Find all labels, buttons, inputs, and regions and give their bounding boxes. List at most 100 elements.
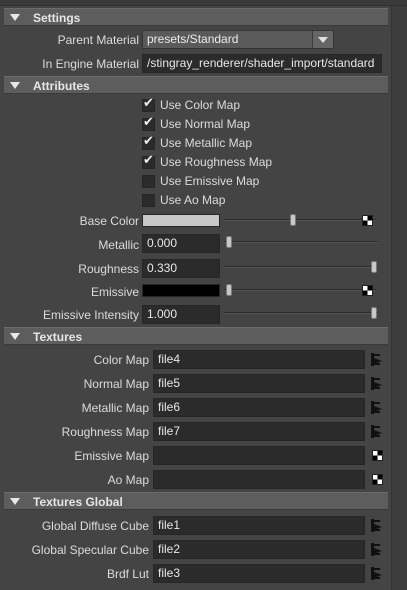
checkbox[interactable]: ✔ bbox=[142, 134, 155, 150]
section-header-textures-global[interactable]: Textures Global bbox=[4, 492, 388, 510]
roughness-label: Roughness bbox=[78, 262, 139, 276]
texture-field[interactable]: file6 bbox=[153, 398, 365, 417]
collapse-triangle-icon[interactable] bbox=[10, 14, 20, 21]
collapse-triangle-icon[interactable] bbox=[10, 82, 20, 89]
emissive-intensity-field[interactable]: 1.000 bbox=[142, 305, 220, 324]
checkbox-label: Use Ao Map bbox=[160, 193, 226, 207]
vertical-scrollbar[interactable] bbox=[391, 6, 407, 590]
texture-label: Normal Map bbox=[83, 377, 149, 391]
section-header-textures[interactable]: Textures bbox=[4, 327, 388, 345]
base-color-swatch[interactable] bbox=[142, 214, 220, 227]
checkmark-icon: ✔ bbox=[143, 134, 154, 149]
checkbox[interactable] bbox=[142, 175, 155, 188]
metallic-label: Metallic bbox=[98, 238, 139, 252]
checkbox-label: Use Normal Map bbox=[160, 117, 251, 131]
section-header-attributes[interactable]: Attributes bbox=[4, 76, 388, 94]
checkbox-label: Use Metallic Map bbox=[160, 136, 253, 150]
checker-icon[interactable] bbox=[372, 474, 383, 485]
collapse-triangle-icon[interactable] bbox=[10, 333, 20, 340]
roughness-field[interactable]: 0.330 bbox=[142, 259, 220, 278]
map-connect-icon[interactable] bbox=[371, 567, 383, 580]
checker-icon[interactable] bbox=[372, 450, 383, 461]
map-connect-icon-part bbox=[374, 426, 380, 428]
map-connect-icon[interactable] bbox=[371, 377, 383, 390]
map-connect-icon-part bbox=[374, 520, 380, 522]
emissive-label: Emissive bbox=[90, 285, 139, 299]
texture-label: Ao Map bbox=[107, 473, 149, 487]
base-color-slider-track[interactable] bbox=[224, 219, 376, 221]
in-engine-material-label: In Engine Material bbox=[42, 57, 139, 71]
dropdown-arrow-button[interactable] bbox=[312, 31, 333, 48]
parent-material-dropdown[interactable]: presets/Standard bbox=[142, 30, 334, 49]
base-color-slider-handle[interactable] bbox=[290, 214, 296, 226]
checkbox-label: Use Emissive Map bbox=[160, 174, 260, 188]
emissive-color-swatch[interactable] bbox=[142, 284, 220, 297]
checkbox[interactable]: ✔ bbox=[142, 153, 155, 169]
checkbox-label: Use Color Map bbox=[160, 98, 241, 112]
map-connect-icon[interactable] bbox=[371, 401, 383, 414]
section-title: Textures Global bbox=[33, 495, 123, 509]
metallic-slider-handle[interactable] bbox=[226, 236, 232, 248]
checkmark-icon: ✔ bbox=[143, 153, 154, 168]
parent-material-value: presets/Standard bbox=[147, 32, 239, 46]
map-connect-icon-part bbox=[374, 577, 380, 579]
map-connect-icon[interactable] bbox=[371, 425, 383, 438]
global-texture-label: Global Specular Cube bbox=[31, 543, 149, 557]
map-connect-icon-part bbox=[374, 411, 380, 413]
texture-field[interactable] bbox=[153, 446, 365, 465]
emissive-slider-track[interactable] bbox=[224, 289, 376, 291]
texture-field[interactable] bbox=[153, 470, 365, 489]
metallic-field[interactable]: 0.000 bbox=[142, 234, 220, 253]
color-picker-icon[interactable] bbox=[362, 215, 373, 226]
roughness-slider-handle[interactable] bbox=[371, 261, 377, 273]
map-connect-icon-part bbox=[374, 378, 380, 380]
color-picker-icon[interactable] bbox=[362, 285, 373, 296]
map-connect-icon-part bbox=[374, 387, 380, 389]
global-texture-label: Global Diffuse Cube bbox=[41, 519, 149, 533]
map-connect-icon-part bbox=[374, 435, 380, 437]
map-connect-icon-part bbox=[374, 568, 380, 570]
roughness-slider-track[interactable] bbox=[224, 266, 378, 268]
checkmark-icon: ✔ bbox=[143, 96, 154, 111]
texture-label: Color Map bbox=[93, 353, 149, 367]
texture-field[interactable]: file7 bbox=[153, 422, 365, 441]
map-connect-icon-part bbox=[374, 402, 380, 404]
map-connect-icon-part bbox=[374, 529, 380, 531]
checkbox[interactable] bbox=[142, 194, 155, 207]
map-connect-icon-part bbox=[374, 354, 380, 356]
checkbox-label: Use Roughness Map bbox=[160, 155, 273, 169]
base-color-label: Base Color bbox=[79, 214, 139, 228]
global-texture-label: Brdf Lut bbox=[106, 567, 149, 581]
emissive-slider-handle[interactable] bbox=[226, 284, 232, 296]
texture-label: Roughness Map bbox=[61, 425, 149, 439]
map-connect-icon-part bbox=[374, 553, 380, 555]
global-texture-field[interactable]: file1 bbox=[153, 516, 365, 535]
checkmark-icon: ✔ bbox=[143, 115, 154, 130]
global-texture-field[interactable]: file2 bbox=[153, 540, 365, 559]
checkbox[interactable]: ✔ bbox=[142, 96, 155, 112]
map-connect-icon[interactable] bbox=[371, 543, 383, 556]
parent-material-label: Parent Material bbox=[57, 33, 139, 47]
checkbox[interactable]: ✔ bbox=[142, 115, 155, 131]
texture-field[interactable]: file4 bbox=[153, 350, 365, 369]
metallic-slider-track[interactable] bbox=[224, 241, 378, 243]
global-texture-field[interactable]: file3 bbox=[153, 564, 365, 583]
emissive-intensity-label: Emissive Intensity bbox=[42, 308, 139, 322]
emissive-intensity-slider-track[interactable] bbox=[224, 312, 378, 314]
collapse-triangle-icon[interactable] bbox=[10, 498, 20, 505]
map-connect-icon-part bbox=[374, 363, 380, 365]
texture-label: Metallic Map bbox=[81, 401, 149, 415]
map-connect-icon[interactable] bbox=[371, 353, 383, 366]
map-connect-icon[interactable] bbox=[371, 519, 383, 532]
map-connect-icon-part bbox=[374, 544, 380, 546]
panel-top-edge bbox=[0, 0, 407, 6]
section-title: Settings bbox=[33, 11, 81, 25]
section-header-settings[interactable]: Settings bbox=[4, 8, 388, 26]
chevron-down-icon bbox=[318, 37, 328, 43]
in-engine-material-field[interactable]: /stingray_renderer/shader_import/standar… bbox=[142, 54, 382, 73]
emissive-intensity-slider-handle[interactable] bbox=[371, 307, 377, 319]
texture-label: Emissive Map bbox=[74, 449, 149, 463]
texture-field[interactable]: file5 bbox=[153, 374, 365, 393]
section-title: Attributes bbox=[33, 79, 90, 93]
section-title: Textures bbox=[33, 330, 83, 344]
